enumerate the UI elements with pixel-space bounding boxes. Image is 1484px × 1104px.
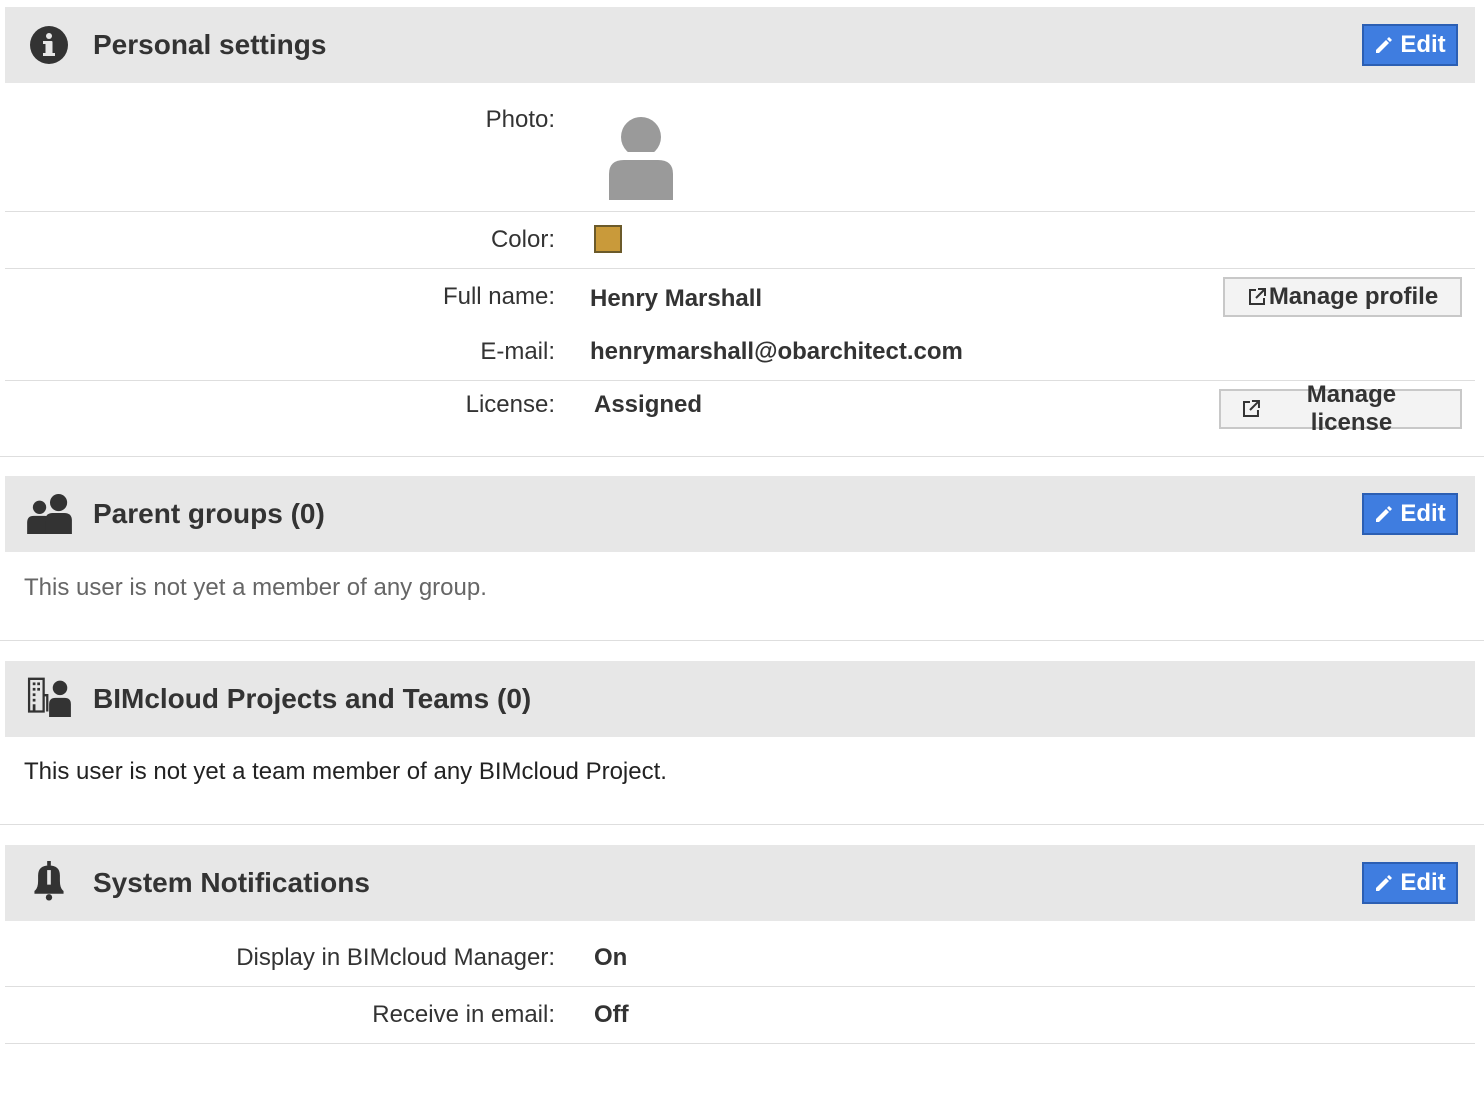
personal-settings-title: Personal settings [93, 29, 327, 60]
display-in-manager-value: On [594, 944, 628, 971]
edit-button-label: Edit [1400, 869, 1446, 896]
manage-profile-label: Manage profile [1268, 283, 1439, 310]
email-value: henrymarshall@obarchitect.com [590, 338, 963, 365]
personal-settings-edit-button[interactable]: Edit [1362, 24, 1458, 66]
parent-groups-edit-button[interactable]: Edit [1362, 493, 1458, 535]
email-label: E-mail: [480, 338, 555, 365]
system-notifications-header: System Notifications Edit [5, 845, 1475, 921]
edit-button-label: Edit [1400, 31, 1446, 58]
receive-in-email-value: Off [594, 1001, 629, 1028]
external-link-icon [1242, 400, 1260, 417]
divider [5, 1043, 1475, 1044]
divider [5, 211, 1475, 212]
divider [5, 986, 1475, 987]
projects-teams-empty-text: This user is not yet a team member of an… [24, 758, 667, 785]
pencil-icon [1376, 875, 1393, 891]
building-user-icon [27, 677, 71, 717]
system-notifications-title: System Notifications [93, 867, 370, 898]
color-label: Color: [490, 226, 555, 253]
bell-icon [34, 861, 64, 901]
avatar [609, 117, 673, 200]
parent-groups-header: Parent groups (0) Edit [5, 476, 1475, 552]
user-settings-page: Personal settings Edit Photo: Color: Ful… [0, 0, 1484, 1104]
projects-teams-header: BIMcloud Projects and Teams (0) [5, 661, 1475, 737]
manage-profile-button[interactable]: Manage profile [1223, 277, 1462, 317]
divider [0, 456, 1484, 457]
pencil-icon [1376, 37, 1393, 53]
divider [0, 824, 1484, 825]
manage-license-button[interactable]: Manage license [1219, 381, 1462, 436]
full-name-label: Full name: [442, 283, 555, 310]
manage-license-label: Manage license [1306, 381, 1397, 436]
display-in-manager-label: Display in BIMcloud Manager: [236, 944, 555, 971]
pencil-icon [1376, 506, 1393, 522]
license-value: Assigned [594, 391, 703, 418]
external-link-icon [1248, 288, 1266, 305]
receive-in-email-label: Receive in email: [372, 1001, 555, 1028]
photo-label: Photo: [485, 106, 555, 133]
users-group-icon [27, 494, 72, 534]
color-swatch [594, 225, 622, 253]
system-notifications-edit-button[interactable]: Edit [1362, 862, 1458, 904]
parent-groups-title: Parent groups (0) [93, 498, 325, 529]
license-label: License: [465, 391, 555, 418]
personal-settings-header: Personal settings Edit [5, 7, 1475, 83]
full-name-value: Henry Marshall [590, 285, 763, 312]
parent-groups-empty-text: This user is not yet a member of any gro… [24, 574, 487, 601]
info-icon [30, 26, 68, 64]
divider [5, 268, 1475, 269]
divider [0, 640, 1484, 641]
edit-button-label: Edit [1400, 500, 1446, 527]
projects-teams-title: BIMcloud Projects and Teams (0) [93, 683, 532, 714]
divider [5, 380, 1475, 381]
